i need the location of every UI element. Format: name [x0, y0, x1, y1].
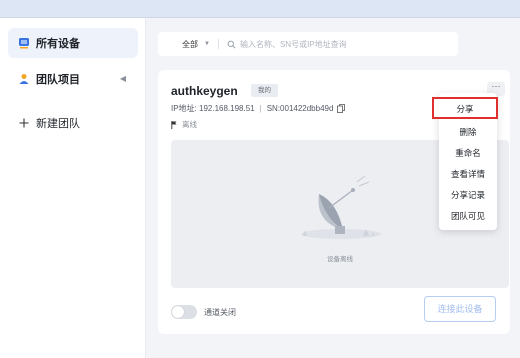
filter-dropdown[interactable]: 全部 ▼	[158, 32, 218, 56]
menu-item-rename[interactable]: 重命名	[439, 144, 497, 162]
filter-label: 全部	[182, 39, 198, 49]
plus-icon	[18, 117, 30, 129]
sidebar-item-new-team[interactable]: 新建团队	[8, 108, 138, 138]
satellite-dish-icon	[301, 175, 381, 239]
device-ip: IP地址: 192.168.198.51	[171, 104, 255, 113]
menu-item-delete[interactable]: 删除	[439, 123, 497, 141]
sidebar-item-label: 新建团队	[36, 118, 80, 130]
sidebar-item-all-devices[interactable]: 所有设备	[8, 28, 138, 58]
sidebar: 所有设备 团队项目 ◀ 新建团队	[0, 18, 146, 358]
tunnel-toggle[interactable]	[171, 305, 197, 319]
menu-item-share[interactable]: 分享	[432, 97, 498, 119]
team-icon	[18, 73, 30, 85]
dropdown-arrow-icon: ▼	[204, 41, 210, 47]
owner-badge: 我的	[251, 84, 278, 97]
search-bar: 全部 ▼	[158, 32, 458, 56]
context-menu: 分享 删除 重命名 查看详情 分享记录 团队可见	[432, 93, 498, 230]
menu-item-team-visible[interactable]: 团队可见	[439, 207, 497, 225]
preview-caption: 设备离线	[327, 256, 353, 263]
device-status: 离线	[171, 119, 197, 130]
divider	[217, 39, 219, 49]
search-icon	[227, 40, 236, 48]
flag-icon	[171, 120, 177, 129]
device-info: IP地址: 192.168.198.51 | SN:001422dbb49d	[171, 103, 346, 114]
search-input[interactable]	[239, 39, 440, 49]
sidebar-item-label: 团队项目	[36, 74, 80, 86]
connect-device-button[interactable]: 连接此设备	[424, 296, 496, 322]
info-divider: |	[259, 104, 262, 113]
sidebar-item-label: 所有设备	[36, 38, 80, 50]
copy-icon[interactable]	[337, 104, 346, 113]
device-sn: SN:001422dbb49d	[266, 104, 334, 113]
status-text: 离线	[182, 120, 197, 129]
tunnel-label: 通道关闭	[204, 307, 236, 317]
collapse-arrow-icon[interactable]: ◀	[120, 74, 126, 83]
toggle-knob	[172, 306, 184, 318]
devices-icon	[18, 37, 30, 49]
sidebar-item-team-projects[interactable]: 团队项目 ◀	[8, 64, 138, 94]
tunnel-toggle-group: 通道关闭	[171, 305, 236, 319]
top-bar	[0, 0, 520, 18]
device-name: authkeygen	[171, 84, 238, 98]
menu-item-share-history[interactable]: 分享记录	[439, 186, 497, 204]
menu-item-view-details[interactable]: 查看详情	[439, 165, 497, 183]
